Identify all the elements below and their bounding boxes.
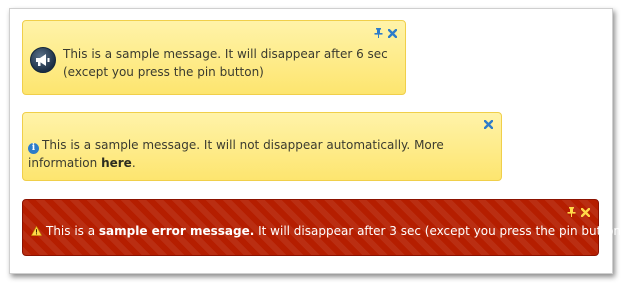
pin-icon[interactable] xyxy=(567,207,576,217)
error-message-text-bold: sample error message. xyxy=(98,224,255,238)
error-message-controls xyxy=(567,207,590,217)
info-message-text-before: This is a sample message. It will not di… xyxy=(28,138,444,170)
error-message: This is a sample error message. It will … xyxy=(22,199,625,256)
notice-message: This is a sample message. It will disapp… xyxy=(22,20,406,95)
error-message-text: This is a sample error message. It will … xyxy=(30,222,625,241)
close-icon[interactable] xyxy=(388,28,397,38)
notice-message-text: This is a sample message. It will disapp… xyxy=(63,47,388,79)
warning-icon xyxy=(30,223,43,241)
error-message-text-before: This is a xyxy=(46,224,99,238)
megaphone-icon xyxy=(30,47,56,73)
info-message-text-after: . xyxy=(131,156,136,170)
error-message-text-after: It will disappear after 3 sec (except yo… xyxy=(254,224,625,238)
pin-icon[interactable] xyxy=(374,28,383,38)
info-message-text: i This is a sample message. It will not d… xyxy=(28,136,473,172)
more-information-link[interactable]: here xyxy=(101,156,132,170)
notice-message-controls xyxy=(374,28,397,38)
notifications-panel: This is a sample message. It will disapp… xyxy=(9,8,625,274)
info-icon: i xyxy=(28,143,39,154)
info-message-controls xyxy=(484,120,493,129)
close-icon[interactable] xyxy=(581,207,590,217)
close-icon[interactable] xyxy=(484,120,493,129)
info-message: i This is a sample message. It will not d… xyxy=(22,112,502,181)
